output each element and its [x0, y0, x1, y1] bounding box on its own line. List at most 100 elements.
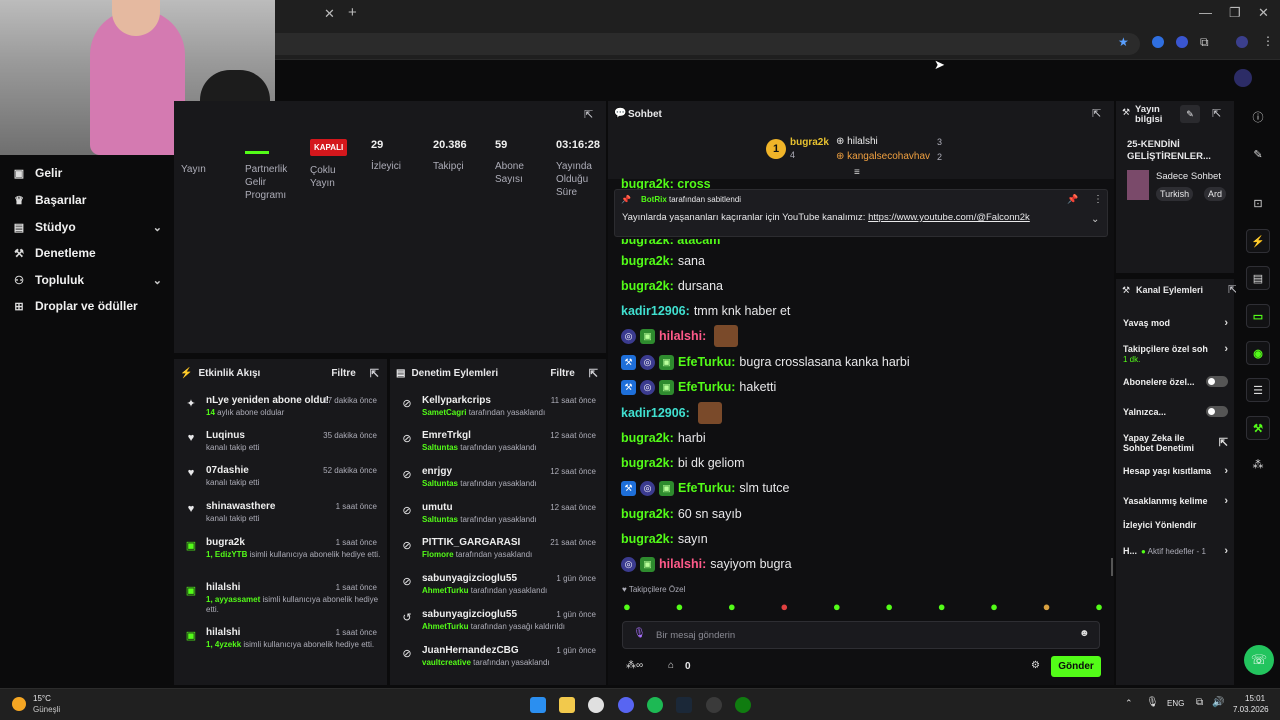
banned-words-item[interactable]: Yasaklanmış kelime › [1123, 495, 1228, 507]
chat-username[interactable]: bugra2k [621, 254, 670, 268]
emoji-picker-icon[interactable]: ☻ [1079, 628, 1090, 639]
extension-icon[interactable] [1176, 36, 1188, 48]
capture-icon[interactable]: ⊡ [1246, 192, 1270, 216]
profile-avatar[interactable] [1236, 36, 1248, 48]
layout-icon[interactable]: ☰ [1246, 378, 1270, 402]
chat-message[interactable]: kadir12906: [621, 402, 722, 424]
chevron-up-icon[interactable]: ⌃ [1125, 698, 1133, 709]
sidebar-item-studio[interactable]: ▤ Stüdyo ⌄ [12, 216, 162, 238]
chat-message[interactable]: ◎ ▣ hilalshi: [621, 325, 739, 347]
chat-username[interactable]: EfeTurku [678, 380, 731, 394]
chat-message[interactable]: bugra2k:60 sn sayıb [621, 504, 742, 524]
emote-icon[interactable]: ● [1043, 599, 1051, 614]
close-tab-button[interactable]: ✕ [324, 6, 335, 22]
chat-username[interactable]: kadir12906 [621, 304, 686, 318]
settings-gear-icon[interactable]: ⚙ [1031, 660, 1040, 671]
volume-icon[interactable]: 🔊 [1212, 697, 1224, 708]
followers-only-item[interactable]: Takipçilere özel soh › [1123, 343, 1228, 355]
emote-icon[interactable]: ● [675, 599, 683, 614]
moderation-row[interactable]: ⊘ sabunyagizcioglu55 1 gün önce AhmetTur… [390, 573, 606, 609]
network-icon[interactable]: ⧉ [1196, 697, 1203, 708]
chat-message[interactable]: ⚒ ◎ ▣ EfeTurku: slm tutce [621, 478, 789, 498]
chat-message[interactable]: bugra2k: bi dk geliom [621, 453, 745, 473]
steam-icon[interactable] [676, 697, 692, 713]
notes-icon[interactable]: ▤ [1246, 266, 1270, 290]
activity-row[interactable]: ♥ shinawasthere 1 saat önce kanalı takip… [174, 501, 387, 537]
chat-username[interactable]: bugra2k [621, 431, 670, 445]
viewer-redirect-item[interactable]: İzleyici Yönlendir [1123, 520, 1228, 530]
new-tab-button[interactable]: + [348, 4, 357, 21]
chat-username[interactable]: bugra2k [621, 456, 670, 470]
chrome-icon[interactable] [588, 697, 604, 713]
bookmark-star-icon[interactable]: ★ [1118, 35, 1129, 49]
more-options-icon[interactable]: ⋮ [1093, 194, 1103, 205]
chat-username[interactable]: bugra2k [621, 279, 670, 293]
goals-item[interactable]: H... ● Aktif hedefler - 1 › [1123, 545, 1228, 557]
chat-username[interactable]: kadir12906 [621, 406, 686, 420]
chat-message[interactable]: ◎ ▣ hilalshi: sayiyom bugra [621, 554, 792, 574]
tag-ard[interactable]: Ard [1204, 187, 1227, 201]
spotify-icon[interactable] [647, 697, 663, 713]
emote-icon[interactable]: ● [938, 599, 946, 614]
sidebar-item-achievements[interactable]: ♛ Başarılar [12, 189, 162, 211]
emote-icon[interactable]: ● [833, 599, 841, 614]
popout-icon[interactable]: ⇱ [589, 367, 598, 380]
maximize-button[interactable]: ❐ [1229, 5, 1241, 21]
extensions-puzzle-icon[interactable]: ⧉ [1200, 35, 1209, 50]
discord-icon[interactable] [618, 697, 634, 713]
activity-row[interactable]: ▣ bugra2k 1 saat önce 1, EdizYTB isimli … [174, 537, 387, 573]
edit-pencil-icon[interactable]: ✎ [1180, 105, 1200, 123]
weather-desc[interactable]: Güneşli [33, 705, 60, 714]
moderation-row[interactable]: ⊘ EmreTrkgl 12 saat önce Saltuntas taraf… [390, 430, 606, 466]
clock-time[interactable]: 15:01 [1245, 694, 1265, 703]
subs-only-toggle[interactable] [1206, 376, 1228, 387]
tag-turkish[interactable]: Turkish [1156, 187, 1194, 201]
chat-username[interactable]: EfeTurku [678, 355, 731, 369]
activity-row[interactable]: ✦ nLye yeniden abone oldu! 17 dakika önc… [174, 395, 387, 431]
sidebar-item-moderation[interactable]: ⚒ Denetleme [12, 242, 162, 264]
popout-icon[interactable]: ⇱ [584, 108, 593, 121]
moderation-row[interactable]: ↺ sabunyagizcioglu55 1 gün önce AhmetTur… [390, 609, 606, 645]
sidebar-item-community[interactable]: ⚇ Topluluk ⌄ [12, 269, 162, 291]
chat-scrollbar[interactable] [1111, 558, 1113, 576]
chat-input[interactable]: Bir mesaj gönderin [656, 630, 735, 641]
chat-message[interactable]: ⚒ ◎ ▣ EfeTurku: haketti [621, 377, 776, 397]
chat-username[interactable]: EfeTurku [678, 481, 731, 495]
weather-sun-icon[interactable] [12, 697, 26, 711]
activity-filter-button[interactable]: Filtre [331, 368, 355, 379]
send-button[interactable]: Gönder [1051, 656, 1101, 677]
weather-temp[interactable]: 15°C [33, 694, 51, 703]
slow-mode-item[interactable]: Yavaş mod › [1123, 317, 1228, 329]
activity-row[interactable]: ♥ Luqinus 35 dakika önce kanalı takip et… [174, 430, 387, 466]
user-avatar[interactable] [1234, 69, 1252, 87]
emote-icon[interactable]: ● [728, 599, 736, 614]
chat-message[interactable]: kadir12906: tmm knk haber et [621, 301, 790, 321]
account-age-item[interactable]: Hesap yaşı kısıtlama › [1123, 465, 1228, 477]
moderation-row[interactable]: ⊘ PITTIK_GARGARASI 21 saat önce Flomore … [390, 537, 606, 573]
chat-username[interactable]: hilalshi [659, 329, 702, 343]
emote-icon[interactable]: ● [623, 599, 631, 614]
points-icon[interactable]: ⁂∞ [626, 660, 643, 671]
youtube-link[interactable]: https://www.youtube.com/@Falconn2k [868, 212, 1030, 223]
popout-icon[interactable]: ⇱ [1092, 107, 1101, 120]
sidebar-item-drops[interactable]: ⊞ Droplar ve ödüller [12, 295, 162, 317]
only-toggle[interactable] [1206, 406, 1228, 417]
address-bar[interactable] [230, 33, 1140, 55]
store-icon[interactable]: ⌂ [668, 660, 674, 671]
chat-icon[interactable]: ▭ [1246, 304, 1270, 328]
moderation-row[interactable]: ⊘ umutu 12 saat önce Saltuntas tarafında… [390, 502, 606, 538]
sidebar-item-revenue[interactable]: ▣ Gelir [12, 162, 162, 184]
chat-username[interactable]: bugra2k [621, 532, 670, 546]
expand-icon[interactable]: ≡ [854, 167, 860, 178]
info-icon[interactable]: ⓘ [1246, 106, 1270, 130]
moderation-row[interactable]: ⊘ enrjgy 12 saat önce Saltuntas tarafınd… [390, 466, 606, 502]
app-icon[interactable] [706, 697, 722, 713]
windows-start-icon[interactable] [530, 697, 546, 713]
activity-row[interactable]: ▣ hilalshi 1 saat önce 1, ayyassamet isi… [174, 582, 387, 618]
chat-username[interactable]: bugra2k [621, 507, 670, 521]
emote-icon[interactable]: ● [1095, 599, 1103, 614]
subs-only-item[interactable]: Abonelere özel... [1123, 376, 1228, 387]
popout-icon[interactable]: ⇱ [370, 367, 379, 380]
chat-message[interactable]: bugra2k: dursana [621, 276, 723, 296]
apps-icon[interactable]: ⁂ [1246, 453, 1270, 477]
